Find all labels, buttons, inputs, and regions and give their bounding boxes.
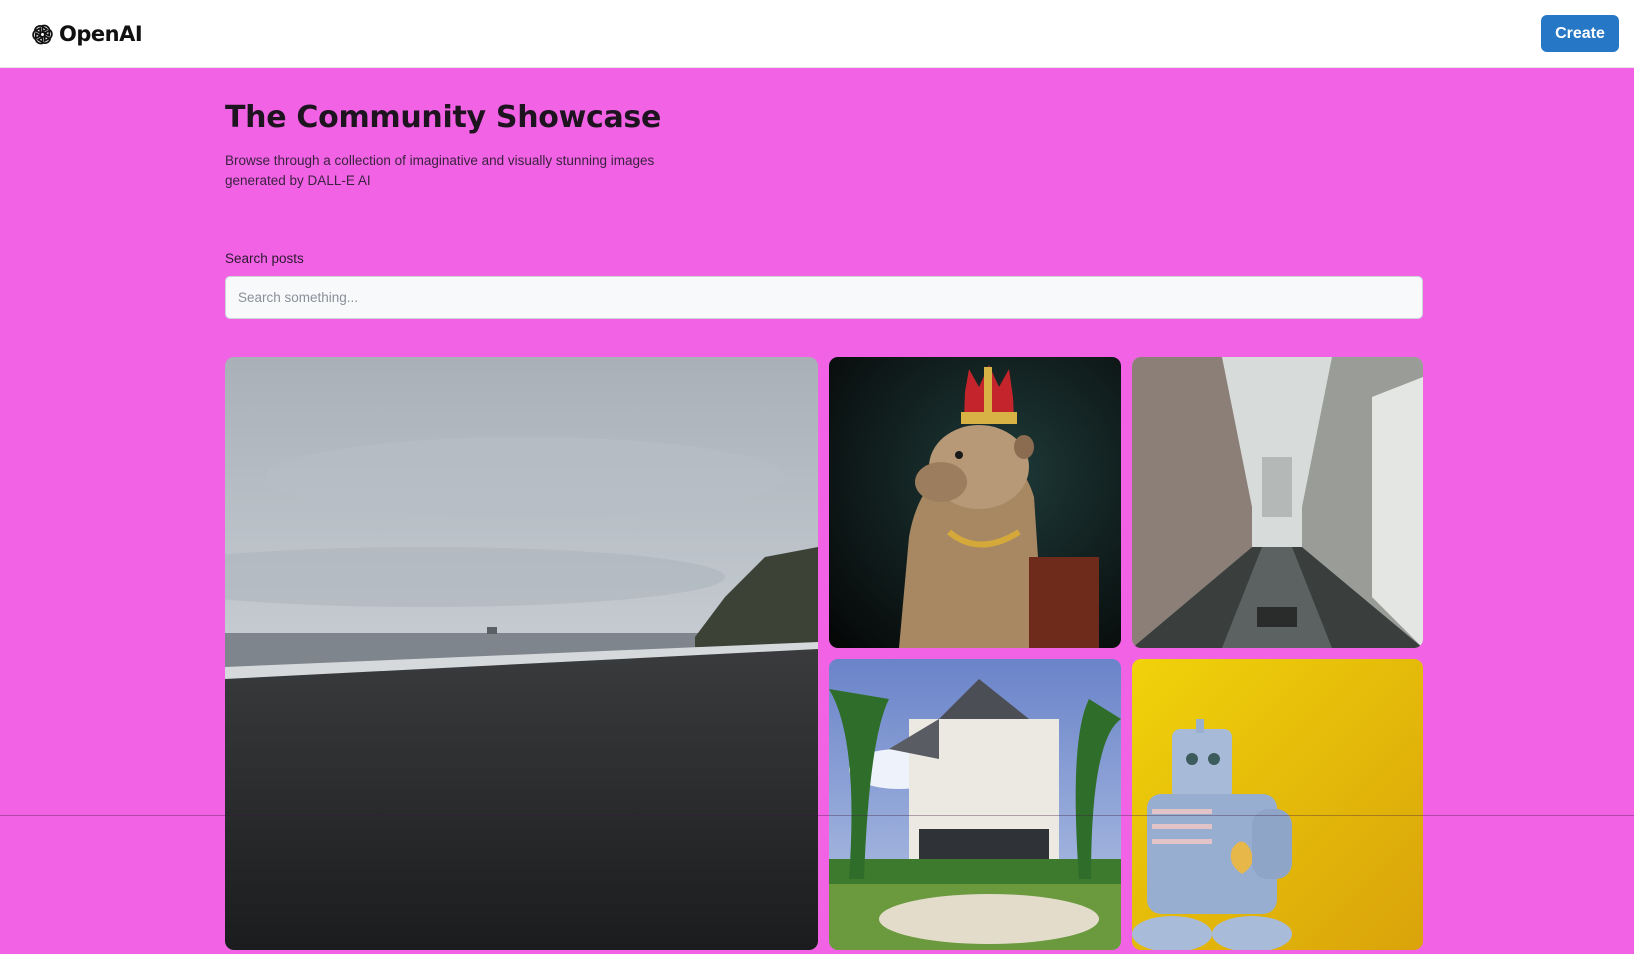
brand-link[interactable]: OpenAI <box>29 19 143 49</box>
gallery-card-robot[interactable] <box>1132 659 1423 950</box>
gallery-card-beach[interactable] <box>225 357 818 950</box>
beach-image <box>225 357 818 950</box>
gallery-card-capybara[interactable] <box>829 357 1121 648</box>
gallery-card-house[interactable] <box>829 659 1121 950</box>
page-title: The Community Showcase <box>225 100 662 135</box>
create-button[interactable]: Create <box>1541 15 1619 52</box>
robot-image <box>1132 659 1423 950</box>
top-navbar: OpenAI Create <box>0 0 1634 68</box>
search-input[interactable] <box>225 276 1423 319</box>
capybara-image <box>829 357 1121 648</box>
openai-logo-icon <box>32 24 53 44</box>
brand-name: OpenAI <box>59 22 143 46</box>
page-subtitle: Browse through a collection of imaginati… <box>225 153 655 188</box>
alley-image <box>1132 357 1423 648</box>
search-label: Search posts <box>225 251 304 266</box>
house-image <box>829 659 1121 950</box>
gallery-card-alley[interactable] <box>1132 357 1423 648</box>
